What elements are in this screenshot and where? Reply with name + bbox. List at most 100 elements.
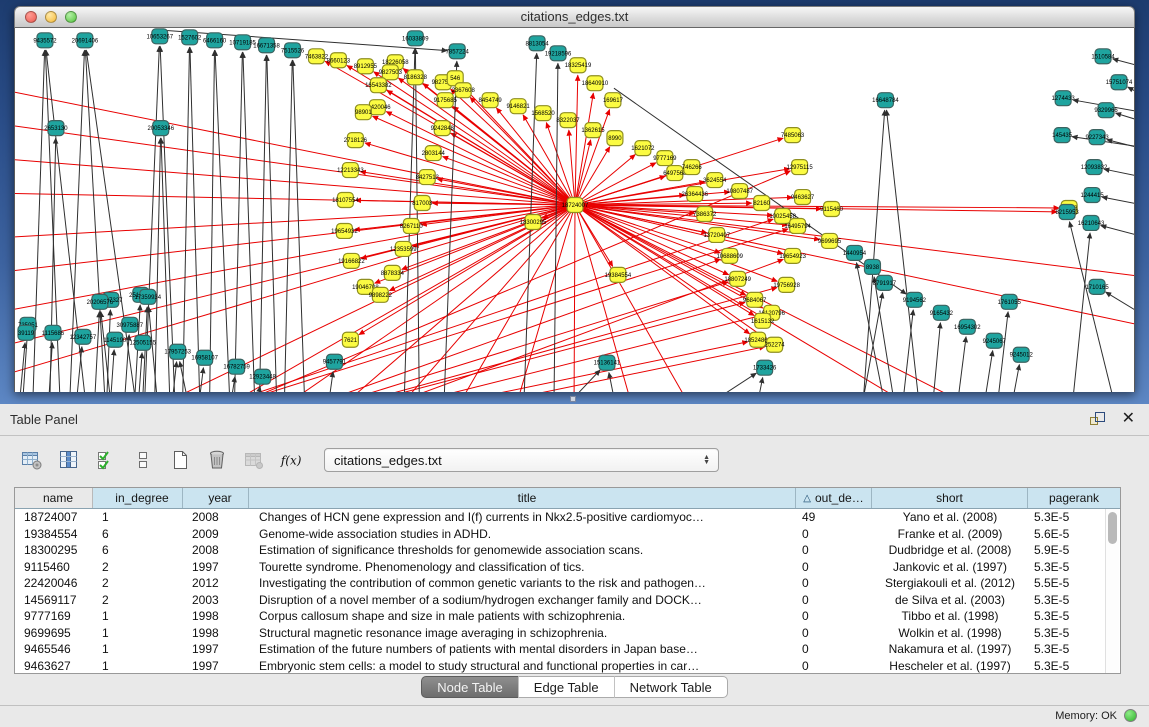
- graph-node[interactable]: 19654923: [779, 248, 806, 263]
- graph-edge[interactable]: [293, 60, 305, 392]
- table-cell[interactable]: Structural magnetic resonance image aver…: [249, 626, 796, 640]
- table-cell[interactable]: 1: [93, 659, 183, 673]
- close-panel-icon[interactable]: ✕: [1122, 408, 1135, 427]
- table-cell[interactable]: 1997: [183, 560, 249, 574]
- table-cell[interactable]: Yano et al. (2008): [872, 510, 1028, 524]
- graph-node[interactable]: 9463627: [791, 190, 815, 205]
- graph-node[interactable]: 16033809: [402, 31, 429, 46]
- graph-edge[interactable]: [235, 52, 243, 392]
- table-cell[interactable]: 0: [796, 560, 872, 574]
- graph-node[interactable]: 8938: [864, 259, 880, 274]
- graph-node[interactable]: 9146821: [506, 99, 530, 114]
- graph-node[interactable]: 9194562: [903, 292, 927, 307]
- table-row[interactable]: 1872400712008Changes of HCN gene express…: [15, 509, 1120, 526]
- table-cell[interactable]: de Silva et al. (2003): [872, 593, 1028, 607]
- graph-node[interactable]: 8454749: [479, 93, 503, 108]
- table-cell[interactable]: Tibbo et al. (1998): [872, 609, 1028, 623]
- table-cell[interactable]: Franke et al. (2009): [872, 527, 1028, 541]
- graph-node[interactable]: 18640910: [582, 76, 609, 91]
- graph-edge[interactable]: [985, 351, 992, 392]
- graph-edge[interactable]: [1104, 169, 1134, 178]
- graph-node[interactable]: 8791917: [873, 275, 897, 290]
- graph-node[interactable]: 9898222: [369, 287, 393, 302]
- graph-node[interactable]: 19218596: [545, 46, 572, 61]
- graph-node[interactable]: 19756928: [773, 277, 800, 292]
- graph-edge[interactable]: [183, 47, 190, 392]
- table-cell[interactable]: 2: [93, 593, 183, 607]
- table-cell[interactable]: 1997: [183, 642, 249, 656]
- graph-edge[interactable]: [1013, 365, 1019, 392]
- graph-node[interactable]: 19166822: [338, 253, 365, 268]
- network-view-window[interactable]: citations_edges.txt 18724007183002951938…: [14, 6, 1135, 392]
- function-builder-icon[interactable]: f(x): [279, 448, 303, 472]
- graph-node[interactable]: 1568520: [531, 106, 555, 121]
- graph-node[interactable]: 16671358: [253, 38, 280, 53]
- graph-node[interactable]: 1527602: [178, 30, 202, 45]
- table-row[interactable]: 1830029562008Estimation of significance …: [15, 542, 1120, 559]
- column-header-name[interactable]: name: [15, 488, 93, 508]
- table-cell[interactable]: Embryonic stem cells: a model to study s…: [249, 659, 796, 673]
- graph-node[interactable]: 19384554: [605, 267, 632, 282]
- table-cell[interactable]: 2: [93, 560, 183, 574]
- table-cell[interactable]: Corpus callosum shape and size in male p…: [249, 609, 796, 623]
- table-cell[interactable]: 18724007: [15, 510, 93, 524]
- graph-edge[interactable]: [155, 138, 161, 392]
- graph-node[interactable]: 8427512: [416, 170, 440, 185]
- graph-edge[interactable]: [569, 130, 575, 205]
- graph-node[interactable]: 9457791: [323, 354, 347, 369]
- graph-node[interactable]: 169617: [603, 93, 624, 108]
- graph-node[interactable]: 8990: [607, 131, 623, 146]
- graph-node[interactable]: 1145190: [103, 332, 126, 347]
- graph-edge[interactable]: [33, 50, 45, 392]
- graph-node[interactable]: 1362615: [581, 123, 605, 138]
- column-header-title[interactable]: title: [249, 488, 796, 508]
- graph-node[interactable]: 9115460: [820, 202, 843, 217]
- graph-node[interactable]: 7386372: [693, 207, 717, 222]
- graph-edge[interactable]: [998, 312, 1008, 392]
- float-panel-icon[interactable]: [1089, 411, 1107, 427]
- table-cell[interactable]: 2008: [183, 543, 249, 557]
- graph-node[interactable]: 98901: [355, 105, 372, 120]
- memory-status-indicator[interactable]: [1124, 709, 1137, 722]
- table-cell[interactable]: 1997: [183, 659, 249, 673]
- graph-node[interactable]: 20053346: [147, 121, 174, 136]
- graph-node[interactable]: 16782759: [223, 359, 250, 374]
- table-cell[interactable]: Dudbridge et al. (2008): [872, 543, 1028, 557]
- table-cell[interactable]: 1: [93, 510, 183, 524]
- table-cell[interactable]: 9465546: [15, 642, 93, 656]
- graph-node[interactable]: 19654932: [331, 223, 358, 238]
- graph-node[interactable]: 8267110: [400, 218, 423, 233]
- graph-node[interactable]: 1621072: [631, 141, 655, 156]
- tab-node-table[interactable]: Node Table: [421, 676, 518, 698]
- graph-edge[interactable]: [575, 205, 750, 334]
- table-cell[interactable]: Hescheler et al. (1997): [872, 659, 1028, 673]
- graph-node[interactable]: 2718126: [344, 133, 368, 148]
- graph-node[interactable]: 12975115: [787, 160, 814, 175]
- graph-node[interactable]: 252274: [765, 337, 786, 352]
- graph-edge[interactable]: [15, 193, 575, 205]
- graph-node[interactable]: 26364436: [682, 187, 709, 202]
- graph-node[interactable]: 7857224: [446, 44, 470, 59]
- graph-edge[interactable]: [958, 337, 966, 392]
- table-cell[interactable]: 22420046: [15, 576, 93, 590]
- network-canvas[interactable]: 1872400718300295193845547463822866012389…: [14, 28, 1135, 392]
- column-header-short[interactable]: short: [872, 488, 1028, 508]
- graph-edge[interactable]: [759, 378, 763, 392]
- graph-node[interactable]: 12353599: [390, 241, 417, 256]
- graph-node[interactable]: 8878334: [381, 265, 405, 280]
- table-cell[interactable]: 1: [93, 609, 183, 623]
- graph-edge[interactable]: [210, 50, 215, 392]
- graph-edge[interactable]: [15, 205, 575, 238]
- import-table-icon[interactable]: [242, 448, 266, 472]
- graph-node[interactable]: 9245067: [983, 333, 1007, 348]
- table-row[interactable]: 946362711997Embryonic stem cells: a mode…: [15, 658, 1120, 675]
- table-cell[interactable]: 1: [93, 642, 183, 656]
- graph-edge[interactable]: [1073, 233, 1090, 392]
- graph-edge[interactable]: [365, 143, 575, 205]
- graph-edge[interactable]: [575, 93, 593, 205]
- graph-edge[interactable]: [887, 110, 919, 392]
- graph-node[interactable]: 16648784: [872, 93, 899, 108]
- show-column-icon[interactable]: [57, 448, 81, 472]
- graph-edge[interactable]: [933, 323, 940, 392]
- tab-edge-table[interactable]: Edge Table: [518, 676, 614, 698]
